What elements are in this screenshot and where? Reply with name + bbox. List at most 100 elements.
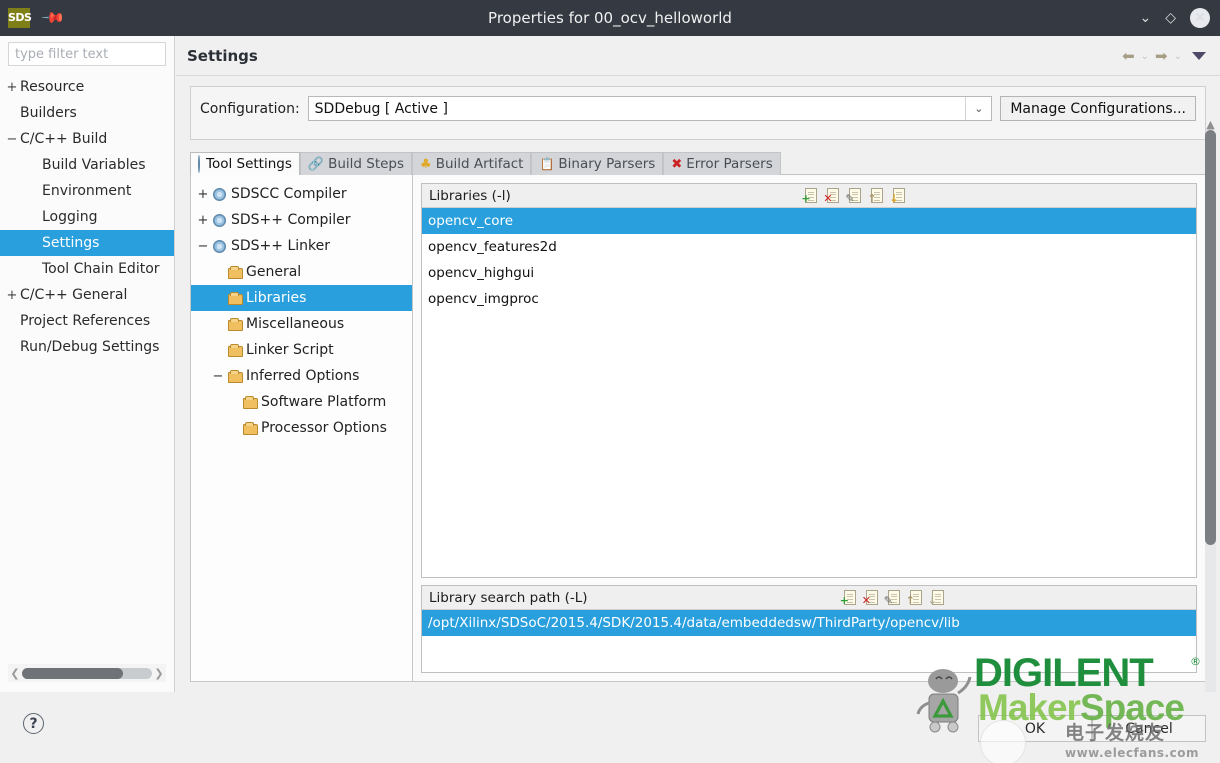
tool-tree-item-label: Miscellaneous [246, 316, 344, 332]
sidebar-item-build-variables[interactable]: Build Variables [0, 152, 174, 178]
tab-tool-settings[interactable]: Tool Settings [190, 152, 300, 175]
tool-tree-item-sds-linker[interactable]: −SDS++ Linker [191, 233, 412, 259]
badge-glyph: ✎ [845, 194, 854, 204]
sidebar-item-c-c-build[interactable]: −C/C++ Build [0, 126, 174, 152]
filter-input[interactable] [15, 47, 185, 62]
configuration-select[interactable]: SDDebug [ Active ] ⌄ [308, 96, 993, 121]
tab-build-artifact[interactable]: ♣Build Artifact [412, 152, 531, 175]
expand-icon[interactable]: + [195, 187, 211, 202]
scroll-up-icon[interactable]: ▲ [1206, 118, 1214, 130]
move-up-icon[interactable]: ↑ [906, 590, 922, 606]
tab-error-parsers[interactable]: ✖Error Parsers [663, 152, 780, 175]
tool-tree-item-label: SDSCC Compiler [231, 186, 347, 202]
help-icon[interactable]: ? [23, 713, 44, 734]
pane-body: Configuration: SDDebug [ Active ] ⌄ Mana… [176, 76, 1220, 682]
move-up-icon[interactable]: ↑ [867, 188, 883, 204]
pin-icon[interactable]: 📌 [40, 5, 66, 31]
sidebar-item-c-c-general[interactable]: +C/C++ General [0, 282, 174, 308]
sidebar-item-label: C/C++ General [20, 287, 127, 303]
sidebar-item-resource[interactable]: +Resource [0, 74, 174, 100]
folder-icon [243, 422, 257, 434]
libraries-list[interactable]: opencv_coreopencv_features2dopencv_highg… [422, 208, 1196, 577]
binary-parsers-icon: 📋 [539, 156, 554, 172]
tab-label: Binary Parsers [558, 156, 655, 172]
add-icon[interactable]: + [840, 590, 856, 606]
pane-vertical-scrollbar[interactable]: ▲ ▼ [1203, 118, 1218, 718]
collapse-icon[interactable]: − [4, 132, 20, 147]
tab-label: Build Steps [328, 156, 404, 172]
tool-tree-item-miscellaneous[interactable]: Miscellaneous [191, 311, 412, 337]
sidebar-item-label: Settings [42, 235, 99, 251]
edit-icon[interactable]: ✎ [845, 188, 861, 204]
minimize-button[interactable]: ⌄ [1139, 10, 1151, 26]
filter-box[interactable]: ✕ [8, 42, 166, 66]
arrow-left-icon[interactable]: ⬅ [1122, 47, 1135, 65]
sidebar-item-environment[interactable]: Environment [0, 178, 174, 204]
badge-glyph: + [840, 596, 849, 606]
sidebar-item-settings[interactable]: Settings [0, 230, 174, 256]
tool-tree-item-linker-script[interactable]: Linker Script [191, 337, 412, 363]
chevron-right-icon[interactable]: ❯ [152, 667, 166, 680]
expand-icon[interactable]: + [4, 80, 20, 95]
delete-icon[interactable]: ✕ [823, 188, 839, 204]
tool-settings-icon [198, 156, 202, 172]
cancel-button[interactable]: Cancel [1092, 715, 1206, 742]
list-item[interactable]: opencv_imgproc [422, 286, 1196, 312]
sidebar-item-project-references[interactable]: Project References [0, 308, 174, 334]
maximize-button[interactable]: ◇ [1165, 10, 1176, 26]
tab-build-steps[interactable]: 🔗Build Steps [300, 152, 412, 175]
sidebar-item-builders[interactable]: Builders [0, 100, 174, 126]
tool-tree-item-general[interactable]: General [191, 259, 412, 285]
list-item[interactable]: opencv_core [422, 208, 1196, 234]
tool-tree-item-processor-options[interactable]: Processor Options [191, 415, 412, 441]
folder-icon [228, 266, 242, 278]
arrow-right-icon[interactable]: ➡ [1155, 47, 1168, 65]
scroll-thumb[interactable] [22, 668, 123, 679]
sidebar-item-logging[interactable]: Logging [0, 204, 174, 230]
vscroll-thumb[interactable] [1205, 130, 1216, 545]
triangle-down-icon[interactable] [1192, 52, 1206, 60]
add-icon[interactable]: + [801, 188, 817, 204]
back-history-chevron-down-icon[interactable]: ⌄ [1141, 51, 1149, 62]
ok-button[interactable]: OK [978, 715, 1092, 742]
close-button[interactable]: ✕ [1190, 8, 1210, 28]
list-item[interactable]: opencv_highgui [422, 260, 1196, 286]
list-item[interactable]: opencv_features2d [422, 234, 1196, 260]
chevron-down-icon[interactable]: ⌄ [965, 97, 991, 120]
sidebar-horizontal-scrollbar[interactable]: ❮ ❯ [8, 664, 166, 682]
forward-history-chevron-down-icon[interactable]: ⌄ [1174, 51, 1182, 62]
folder-icon [243, 396, 257, 408]
sidebar-item-tool-chain-editor[interactable]: Tool Chain Editor [0, 256, 174, 282]
compiler-icon [213, 240, 226, 253]
scroll-track[interactable] [22, 668, 152, 679]
folder-icon [228, 344, 242, 356]
pane-navigation: ⬅ ⌄ ➡ ⌄ [1122, 36, 1206, 76]
tool-tree-item-sdscc-compiler[interactable]: + SDSCC Compiler [191, 181, 412, 207]
configuration-value: SDDebug [ Active ] [315, 101, 966, 117]
options-column: Libraries (-l) +✕✎↑↓ opencv_coreopencv_f… [413, 175, 1205, 681]
expand-icon[interactable]: + [195, 213, 211, 228]
sidebar-item-run-debug-settings[interactable]: Run/Debug Settings [0, 334, 174, 360]
move-down-icon[interactable]: ↓ [889, 188, 905, 204]
tool-tree-item-libraries[interactable]: Libraries [191, 285, 412, 311]
tab-binary-parsers[interactable]: 📋Binary Parsers [531, 152, 663, 175]
build-artifact-icon: ♣ [420, 156, 432, 172]
chevron-left-icon[interactable]: ❮ [8, 667, 22, 680]
badge-glyph: ↑ [906, 596, 915, 606]
error-parsers-icon: ✖ [671, 156, 682, 172]
dialog-footer: ? OK Cancel [0, 692, 1220, 763]
tab-label: Error Parsers [686, 156, 772, 172]
expand-icon[interactable]: + [4, 288, 20, 303]
manage-configurations-button[interactable]: Manage Configurations... [1000, 96, 1196, 121]
vscroll-track[interactable] [1205, 130, 1216, 706]
edit-icon[interactable]: ✎ [884, 590, 900, 606]
tool-tree-item-inferred-options[interactable]: −Inferred Options [191, 363, 412, 389]
tool-tree-item-software-platform[interactable]: Software Platform [191, 389, 412, 415]
tool-tree-item-sds-compiler[interactable]: +SDS++ Compiler [191, 207, 412, 233]
collapse-icon[interactable]: − [210, 369, 226, 384]
list-item[interactable]: /opt/Xilinx/SDSoC/2015.4/SDK/2015.4/data… [422, 610, 1196, 636]
move-down-icon[interactable]: ↓ [928, 590, 944, 606]
delete-icon[interactable]: ✕ [862, 590, 878, 606]
search-path-list[interactable]: /opt/Xilinx/SDSoC/2015.4/SDK/2015.4/data… [422, 610, 1196, 672]
collapse-icon[interactable]: − [195, 239, 211, 254]
